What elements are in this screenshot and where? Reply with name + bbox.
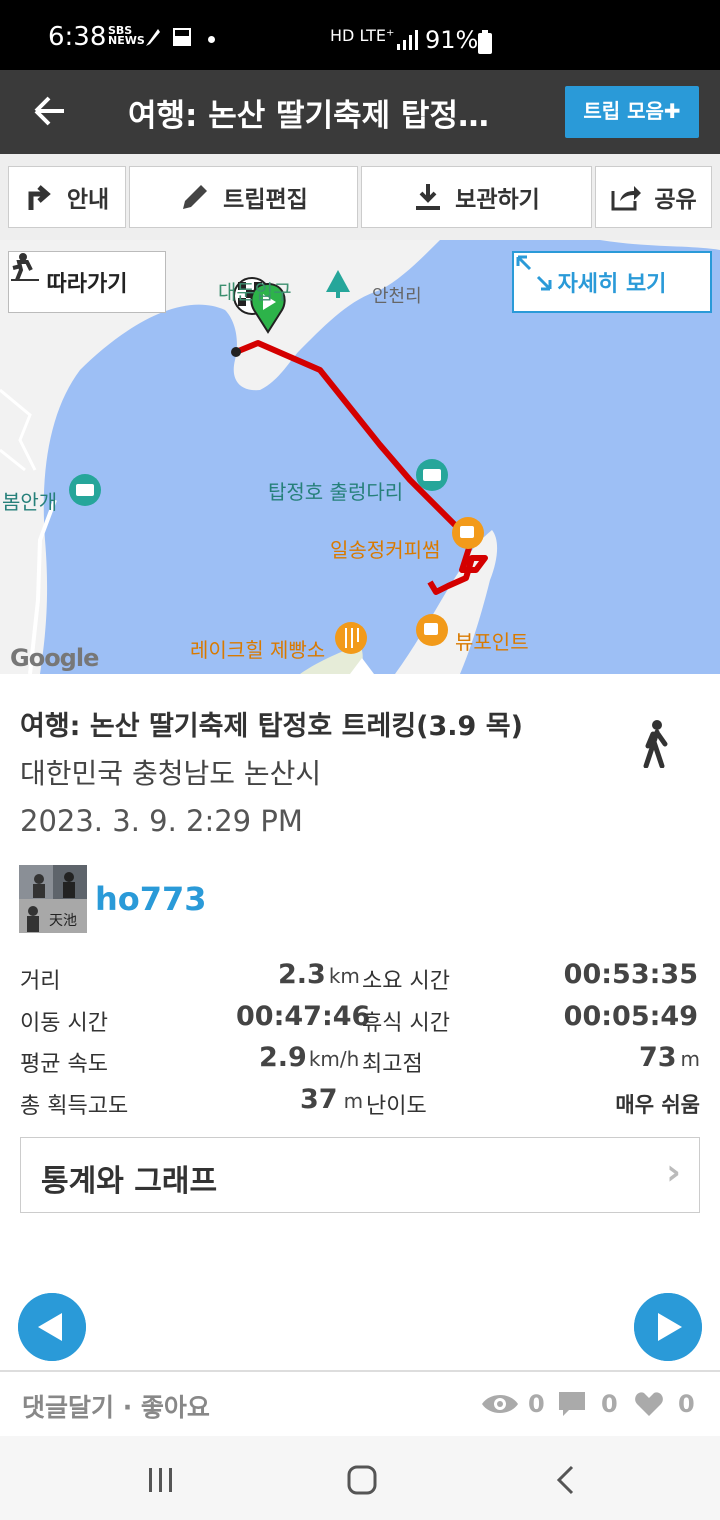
distance-label: 거리 (20, 969, 61, 994)
system-nav-bar (0, 1436, 720, 1520)
stats-graph-button[interactable]: 통계와 그래프 › (20, 1137, 700, 1213)
page-title: 여행: 논산 딸기축제 탑정… (128, 98, 489, 134)
view-count: 0 (528, 1390, 545, 1418)
moving-time-label: 이동 시간 (20, 1011, 108, 1036)
previous-trip-button[interactable] (18, 1293, 86, 1361)
stats-graph-label: 통계와 그래프 (41, 1164, 218, 1199)
expand-icon (516, 255, 552, 291)
save-label: 보관하기 (455, 187, 540, 213)
moving-time-value: 00:47:46 (236, 1001, 371, 1032)
hiker-icon (11, 253, 39, 281)
feather-icon (146, 29, 160, 46)
status-time: 6:38 (48, 22, 107, 52)
trip-location: 대한민국 충청남도 논산시 (20, 757, 322, 790)
google-logo: Google (10, 644, 99, 672)
signal-icon (397, 30, 418, 50)
trip-title: 여행: 논산 딸기축제 탑정호 트레킹(3.9 목) (20, 711, 523, 742)
guide-button[interactable]: 안내 (8, 166, 126, 228)
map-view[interactable]: 따라가기 자세히 보기 대둔입구 안천리 탑정호 출렁다리 봄안개 일송정커피썸… (0, 240, 720, 674)
avatar[interactable]: 天池 (19, 865, 87, 933)
arrow-left-icon[interactable] (34, 96, 66, 126)
map-label-viewpoint: 뷰포인트 (455, 630, 529, 654)
guide-label: 안내 (66, 187, 110, 213)
notification-dot (208, 36, 215, 43)
share-button[interactable]: 공유 (595, 166, 712, 228)
distance-value: 2.3 km (278, 959, 360, 990)
map-label-cafe: 일송정커피썸 (330, 538, 441, 562)
app-bar: 여행: 논산 딸기축제 탑정… 트립 모음✚ (0, 70, 720, 154)
share-label: 공유 (654, 187, 697, 213)
max-altitude-value: 73 m (638, 1042, 700, 1073)
username-link[interactable]: ho773 (95, 880, 207, 918)
trip-datetime: 2023. 3. 9. 2:29 PM (20, 804, 303, 838)
avg-speed-value: 2.9 km/h (259, 1042, 360, 1073)
battery-percent: 91% (425, 26, 479, 54)
max-altitude-label: 최고점 (362, 1052, 423, 1077)
comment-count: 0 (601, 1390, 618, 1418)
download-icon (416, 184, 441, 210)
trip-collection-button[interactable]: 트립 모음✚ (565, 86, 699, 138)
follow-label: 따라가기 (46, 272, 128, 297)
difficulty-value: 매우 쉬움 (615, 1093, 700, 1117)
detail-view-button[interactable]: 자세히 보기 (512, 251, 712, 313)
image-icon (173, 28, 191, 46)
elevation-gain-label: 총 획득고도 (20, 1094, 129, 1119)
comment-icon (559, 1392, 585, 1416)
network-indicator: HD LTE⁺ (330, 26, 395, 45)
total-time-value: 00:53:35 (563, 959, 698, 990)
total-time-label: 소요 시간 (362, 969, 450, 994)
svg-text:天池: 天池 (49, 913, 77, 929)
like-count: 0 (678, 1390, 695, 1418)
status-bar: 6:38 SBS NEWS HD LTE⁺ 91% (0, 0, 720, 70)
edit-trip-button[interactable]: 트립편집 (129, 166, 358, 228)
walking-person-icon (643, 720, 668, 768)
back-nav-icon[interactable] (554, 1464, 576, 1496)
share-icon (611, 186, 642, 211)
heart-icon (635, 1392, 663, 1416)
difficulty-label: 난이도 (366, 1094, 427, 1119)
eye-icon (482, 1395, 518, 1413)
chevron-right-icon: › (666, 1152, 681, 1193)
rest-time-value: 00:05:49 (563, 1001, 698, 1032)
social-bar: 댓글달기 · 좋아요 0 0 0 (0, 1370, 720, 1438)
detail-view-label: 자세히 보기 (557, 272, 667, 297)
sbs-news-icon: SBS NEWS (108, 24, 145, 47)
map-label-bomangae: 봄안개 (2, 490, 58, 514)
recent-apps-icon[interactable] (146, 1466, 176, 1494)
follow-button[interactable]: 따라가기 (8, 251, 166, 313)
comment-like-link[interactable]: 댓글달기 · 좋아요 (22, 1388, 210, 1424)
save-button[interactable]: 보관하기 (361, 166, 592, 228)
rest-time-label: 휴식 시간 (362, 1011, 450, 1036)
home-icon[interactable] (346, 1464, 378, 1496)
map-label-bridge: 탑정호 출렁다리 (268, 480, 404, 504)
map-label-entrance: 대둔입구 (218, 280, 292, 304)
map-label-ancheon: 안천리 (372, 286, 422, 307)
elevation-gain-value: 37 m (300, 1084, 364, 1115)
battery-icon (478, 30, 492, 54)
turn-right-icon (28, 185, 51, 210)
next-trip-button[interactable] (634, 1293, 702, 1361)
pencil-icon (183, 185, 208, 209)
edit-trip-label: 트립편집 (223, 187, 308, 213)
avg-speed-label: 평균 속도 (20, 1052, 108, 1077)
map-label-bakery: 레이크힐 제빵소 (190, 638, 326, 662)
action-toolbar: 안내 트립편집 보관하기 공유 (0, 154, 720, 240)
